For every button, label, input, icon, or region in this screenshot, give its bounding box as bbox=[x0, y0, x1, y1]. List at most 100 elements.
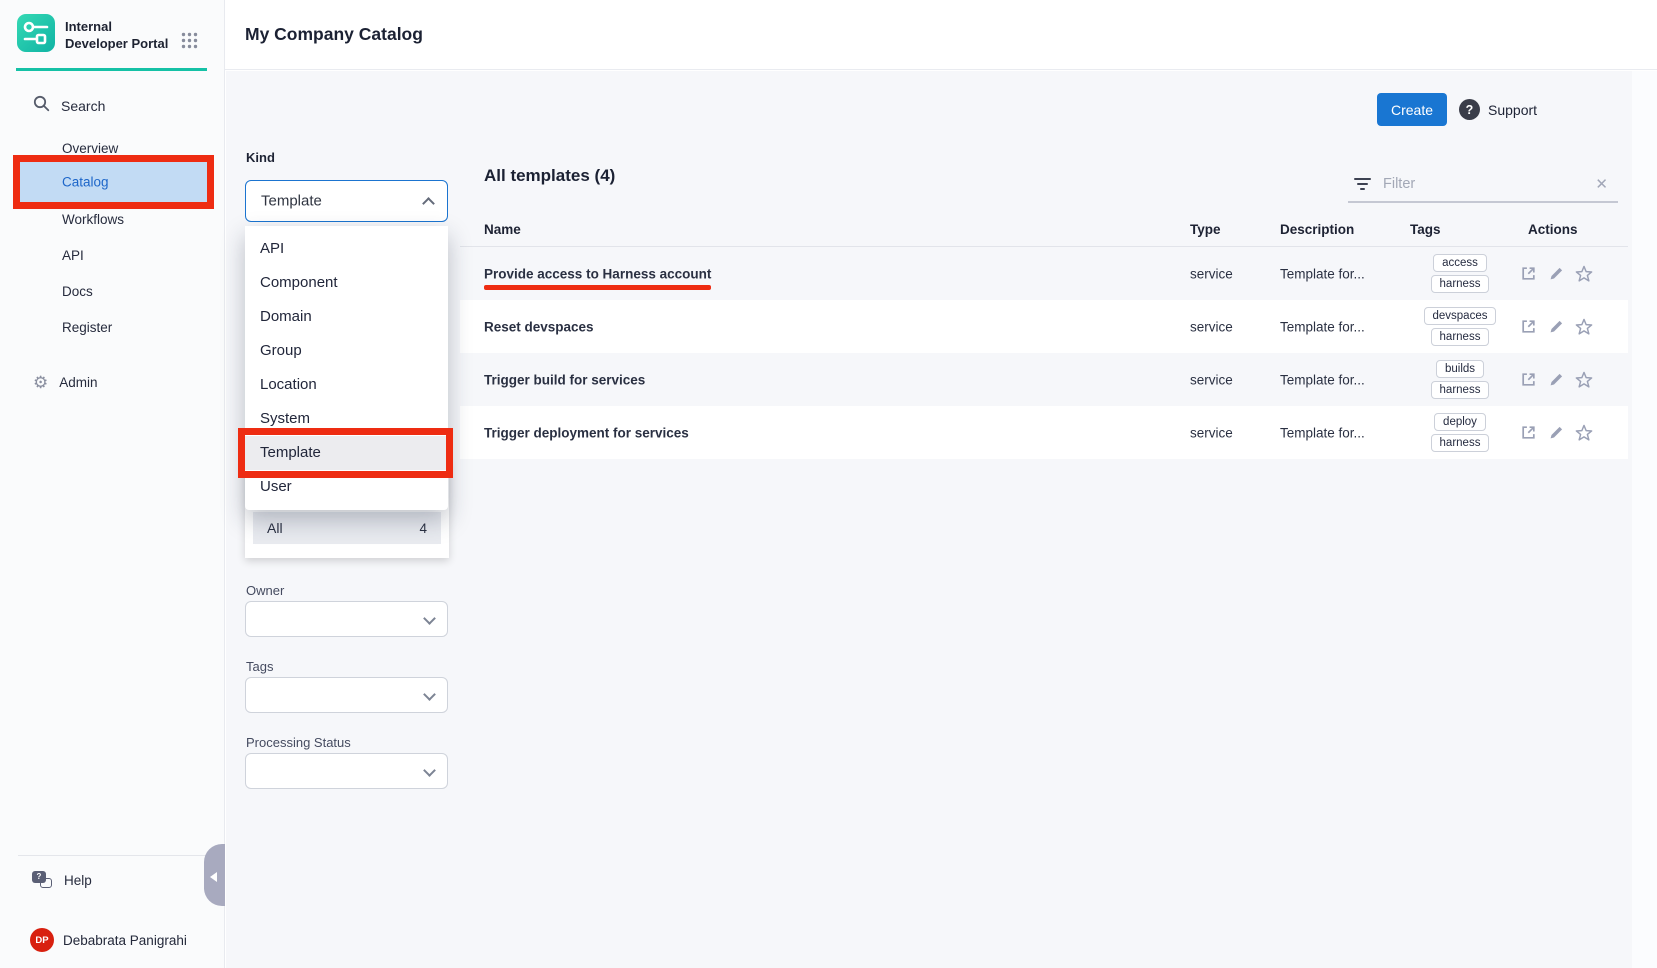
description-cell: Template for... bbox=[1280, 319, 1365, 334]
open-external-icon[interactable] bbox=[1520, 424, 1537, 441]
admin-label: Admin bbox=[59, 375, 97, 390]
help-chat-icon: ? bbox=[32, 871, 54, 890]
template-link[interactable]: Reset devspaces bbox=[484, 319, 594, 334]
column-header-name: Name bbox=[484, 222, 521, 237]
owner-filter-label: Owner bbox=[246, 583, 284, 598]
support-button[interactable]: ? Support bbox=[1459, 99, 1537, 120]
kind-dropdown-menu: API Component Domain Group Location Syst… bbox=[245, 226, 448, 510]
catalog-label: Catalog bbox=[62, 175, 109, 190]
user-name: Debabrata Panigrahi bbox=[63, 933, 187, 948]
kind-option-api[interactable]: API bbox=[245, 232, 448, 266]
actions-cell bbox=[1520, 406, 1593, 459]
kind-option-domain[interactable]: Domain bbox=[245, 300, 448, 334]
search-icon bbox=[33, 95, 50, 117]
app-logo-icon bbox=[16, 13, 56, 58]
type-cell: service bbox=[1190, 266, 1233, 281]
tags-cell: builds harness bbox=[1410, 353, 1510, 406]
kind-option-template[interactable]: Template bbox=[245, 436, 448, 470]
actions-cell bbox=[1520, 353, 1593, 406]
table-row: Provide access to Harness account servic… bbox=[460, 247, 1628, 300]
search-label: Search bbox=[61, 98, 105, 114]
sidebar-item-search[interactable]: Search bbox=[33, 95, 105, 117]
all-label: All bbox=[267, 520, 283, 536]
owner-select[interactable] bbox=[245, 601, 448, 637]
all-count: 4 bbox=[419, 521, 427, 536]
actions-cell bbox=[1520, 300, 1593, 353]
star-icon[interactable] bbox=[1575, 265, 1593, 283]
processing-status-select[interactable] bbox=[245, 753, 448, 789]
top-bar bbox=[225, 0, 1657, 70]
actions-cell bbox=[1520, 247, 1593, 300]
kind-option-system[interactable]: System bbox=[245, 402, 448, 436]
star-icon[interactable] bbox=[1575, 424, 1593, 442]
filter-list-item-all[interactable]: All 4 bbox=[253, 512, 441, 544]
kind-select-value: Template bbox=[261, 193, 322, 210]
brand-divider bbox=[16, 68, 207, 71]
create-button[interactable]: Create bbox=[1377, 93, 1447, 126]
sidebar-item-docs[interactable]: Docs bbox=[62, 284, 93, 299]
column-header-type: Type bbox=[1190, 222, 1221, 237]
table-filter-input[interactable] bbox=[1381, 175, 1581, 193]
edit-icon[interactable] bbox=[1548, 372, 1564, 388]
kind-option-location[interactable]: Location bbox=[245, 368, 448, 402]
table-filter-field[interactable]: ✕ bbox=[1348, 167, 1618, 203]
template-link[interactable]: Provide access to Harness account bbox=[484, 266, 711, 281]
user-menu[interactable]: DP Debabrata Panigrahi bbox=[30, 928, 187, 952]
type-cell: service bbox=[1190, 319, 1233, 334]
star-icon[interactable] bbox=[1575, 371, 1593, 389]
open-external-icon[interactable] bbox=[1520, 371, 1537, 388]
sidebar-item-admin[interactable]: ⚙ Admin bbox=[33, 374, 98, 391]
annotation-underline-row1 bbox=[484, 285, 711, 290]
kind-option-group[interactable]: Group bbox=[245, 334, 448, 368]
app-title: Internal Developer Portal bbox=[65, 19, 177, 52]
tags-select[interactable] bbox=[245, 677, 448, 713]
tag-chip: access bbox=[1433, 254, 1487, 272]
star-icon[interactable] bbox=[1575, 318, 1593, 336]
description-cell: Template for... bbox=[1280, 425, 1365, 440]
sidebar-item-overview[interactable]: Overview bbox=[62, 141, 118, 156]
kind-option-user[interactable]: User bbox=[245, 470, 448, 504]
edit-icon[interactable] bbox=[1548, 425, 1564, 441]
sidebar-collapse-handle[interactable] bbox=[204, 844, 225, 906]
app-logo-row[interactable]: Internal Developer Portal bbox=[16, 13, 177, 58]
tags-cell: access harness bbox=[1410, 247, 1510, 300]
gear-icon: ⚙ bbox=[33, 374, 48, 391]
sidebar-footer-divider bbox=[18, 855, 207, 856]
clear-filter-icon[interactable]: ✕ bbox=[1591, 175, 1612, 193]
help-label: Help bbox=[64, 873, 92, 888]
chevron-down-icon bbox=[423, 612, 436, 625]
collapse-arrow-icon bbox=[210, 872, 217, 882]
sidebar-item-help[interactable]: ? Help bbox=[32, 871, 92, 890]
tag-chip: harness bbox=[1431, 328, 1490, 346]
tag-chip: harness bbox=[1431, 275, 1490, 293]
tag-chip: harness bbox=[1431, 434, 1490, 452]
kind-select[interactable]: Template bbox=[245, 180, 448, 222]
type-cell: service bbox=[1190, 372, 1233, 387]
chevron-down-icon bbox=[423, 764, 436, 777]
open-external-icon[interactable] bbox=[1520, 265, 1537, 282]
sidebar-item-workflows[interactable]: Workflows bbox=[62, 212, 124, 227]
filter-icon bbox=[1354, 178, 1371, 191]
tag-chip: deploy bbox=[1434, 413, 1486, 431]
tag-chip: builds bbox=[1436, 360, 1484, 378]
table-row: Reset devspaces service Template for... … bbox=[460, 300, 1628, 353]
open-external-icon[interactable] bbox=[1520, 318, 1537, 335]
sidebar-item-register[interactable]: Register bbox=[62, 320, 112, 335]
apps-grid-icon[interactable] bbox=[180, 31, 199, 55]
page-title: My Company Catalog bbox=[245, 24, 423, 45]
tags-cell: deploy harness bbox=[1410, 406, 1510, 459]
sidebar-item-api[interactable]: API bbox=[62, 248, 84, 263]
kind-option-component[interactable]: Component bbox=[245, 266, 448, 300]
tags-cell: devspaces harness bbox=[1410, 300, 1510, 353]
edit-icon[interactable] bbox=[1548, 319, 1564, 335]
sidebar-item-catalog[interactable]: Catalog bbox=[20, 162, 207, 202]
column-header-actions: Actions bbox=[1528, 222, 1578, 237]
column-header-description: Description bbox=[1280, 222, 1354, 237]
edit-icon[interactable] bbox=[1548, 266, 1564, 282]
column-header-tags: Tags bbox=[1410, 222, 1441, 237]
template-link[interactable]: Trigger build for services bbox=[484, 372, 645, 387]
type-cell: service bbox=[1190, 425, 1233, 440]
annotation-box-catalog: Catalog bbox=[13, 155, 214, 209]
template-link[interactable]: Trigger deployment for services bbox=[484, 425, 689, 440]
tags-filter-label: Tags bbox=[246, 659, 273, 674]
